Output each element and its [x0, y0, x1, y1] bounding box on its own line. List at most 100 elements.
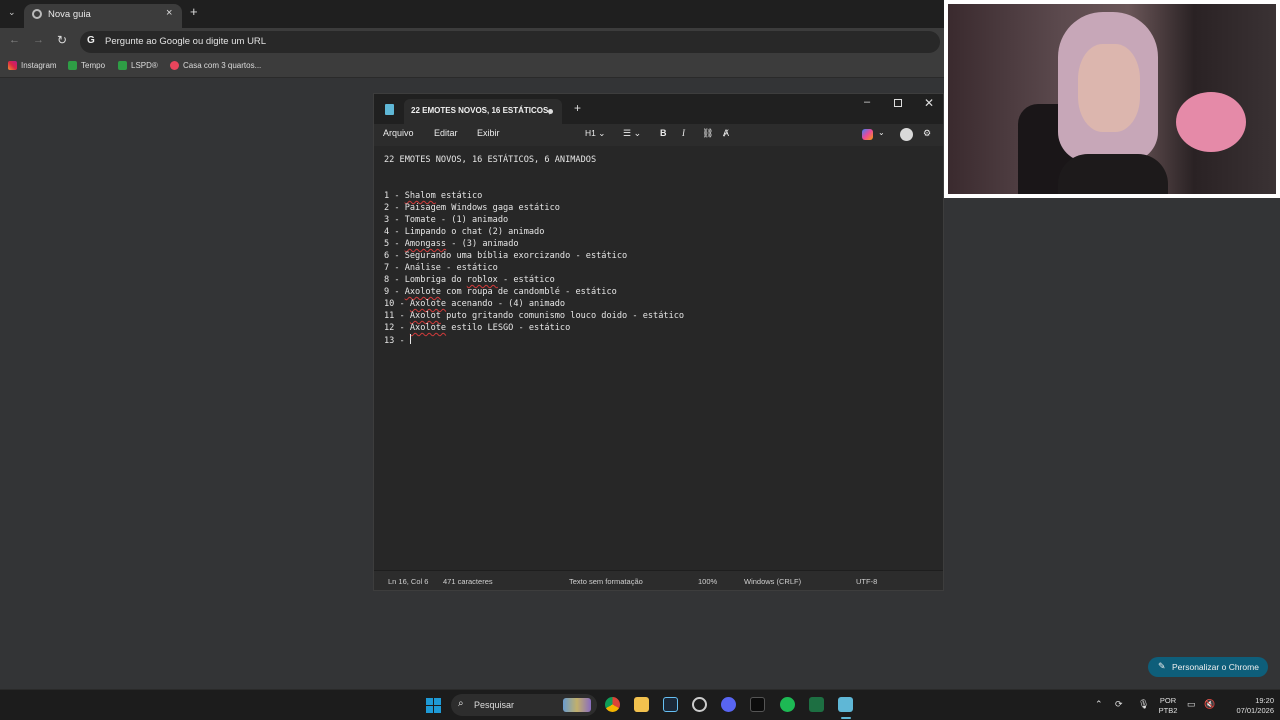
excel-icon[interactable]: [809, 697, 824, 712]
status-chars: 471 caracteres: [443, 577, 493, 586]
notepad-editor[interactable]: 22 EMOTES NOVOS, 16 ESTÁTICOS, 6 ANIMADO…: [374, 146, 943, 570]
bookmark-label: Casa com 3 quartos...: [183, 61, 262, 70]
menu-editar[interactable]: Editar: [434, 128, 458, 138]
taskbar-search[interactable]: ⌕ Pesquisar: [451, 694, 597, 716]
search-icon: ⌕: [458, 698, 464, 709]
status-position[interactable]: Ln 16, Col 6: [388, 577, 428, 586]
webcam-person-face: [1078, 44, 1140, 132]
back-icon[interactable]: ←: [9, 34, 20, 46]
bookmark-tempo[interactable]: Tempo: [68, 61, 105, 70]
notepad-tab-title: 22 EMOTES NOVOS, 16 ESTÁTICOS,: [411, 106, 551, 115]
steam-icon[interactable]: [663, 697, 678, 712]
omnibox[interactable]: G Pergunte ao Google ou digite um URL: [80, 31, 940, 53]
tray-sync-icon[interactable]: ⟳: [1115, 699, 1123, 709]
bookmark-instagram[interactable]: Instagram: [8, 61, 57, 70]
status-zoom[interactable]: 100%: [698, 577, 717, 586]
settings-gear-icon[interactable]: ⚙: [923, 128, 931, 139]
notepad-tab[interactable]: 22 EMOTES NOVOS, 16 ESTÁTICOS,: [404, 99, 562, 124]
document-line: 9 - Axolote com roupa de candomblé - est…: [384, 286, 684, 298]
minimize-icon[interactable]: –: [864, 96, 870, 108]
personalize-chrome-button[interactable]: ✎ Personalizar o Chrome: [1148, 657, 1268, 677]
tab-search-icon[interactable]: ⌄: [8, 7, 16, 18]
line-text: 6 -: [384, 251, 405, 261]
language-indicator[interactable]: POR PTB2: [1156, 696, 1180, 716]
instagram-icon: [8, 61, 17, 70]
copilot-chevron-icon[interactable]: ⌄: [878, 128, 885, 137]
line-text: 2 -: [384, 203, 405, 213]
windows-start-icon[interactable]: [426, 698, 441, 713]
chrome-taskbar-icon[interactable]: [605, 697, 620, 712]
app-ring-icon[interactable]: [692, 697, 707, 712]
discord-icon[interactable]: [721, 697, 736, 712]
language-code: POR: [1159, 696, 1177, 705]
clear-format-icon[interactable]: Ⱥ: [723, 128, 729, 138]
line-text: acenando - (4) animado: [446, 299, 566, 309]
webcam-overlay: [944, 0, 1280, 198]
line-text: puto gritando comunismo louco doido - es…: [440, 311, 685, 321]
tab-close-icon[interactable]: ×: [166, 7, 172, 19]
keyboard-layout: PTB2: [1158, 706, 1178, 715]
tray-display-icon[interactable]: ▭: [1187, 699, 1196, 709]
line-text: estático: [435, 191, 483, 201]
clock-date: 07/01/2026: [1236, 706, 1274, 715]
document-line: 1 - Shalom estático: [384, 190, 684, 202]
file-explorer-icon[interactable]: [634, 697, 649, 712]
notepad-taskbar-icon[interactable]: [838, 697, 853, 712]
unsaved-dot-icon[interactable]: [548, 109, 553, 114]
taskbar-search-label: Pesquisar: [474, 700, 515, 710]
misspelled-word: Axolote: [409, 299, 447, 309]
document-line: 6 - Segurando uma bíblia exorcizando - e…: [384, 250, 684, 262]
notepad-app-icon: [385, 104, 394, 115]
spotify-icon[interactable]: [780, 697, 795, 712]
document-line: 2 - Paisagem Windows gaga estático: [384, 202, 684, 214]
account-icon[interactable]: [900, 128, 913, 141]
maximize-icon[interactable]: [894, 99, 902, 107]
copilot-icon[interactable]: [862, 129, 873, 140]
status-line-endings[interactable]: Windows (CRLF): [744, 577, 801, 586]
link-icon[interactable]: ⛓: [702, 128, 713, 139]
menu-arquivo[interactable]: Arquivo: [383, 128, 414, 138]
tab-title: Nova guia: [48, 9, 91, 20]
list-dropdown-icon[interactable]: ☰ ⌄: [623, 128, 641, 139]
line-text: estilo LESGO - estático: [446, 323, 571, 333]
line-text: - estático: [497, 275, 555, 285]
misspelled-word: Axolote: [409, 323, 447, 333]
tab-nova-guia[interactable]: Nova guia ×: [24, 4, 182, 28]
status-format[interactable]: Texto sem formatação: [569, 577, 643, 586]
omnibox-placeholder: Pergunte ao Google ou digite um URL: [105, 36, 267, 47]
terminal-icon[interactable]: [750, 697, 765, 712]
tray-volume-muted-icon[interactable]: 🔇: [1204, 699, 1215, 709]
line-text: 11 -: [384, 311, 410, 321]
windows-taskbar: ⌕ Pesquisar ⌃ ⟳ 🎙 POR PTB2 ▭ 🔇 19:20 07/…: [0, 689, 1280, 720]
heading-format: H1: [585, 128, 596, 138]
heading-dropdown[interactable]: H1 ⌄: [585, 128, 605, 139]
clock[interactable]: 19:20 07/01/2026: [1224, 696, 1274, 716]
bookmark-lspd[interactable]: LSPD®: [118, 61, 158, 70]
bookmark-casa[interactable]: Casa com 3 quartos...: [170, 61, 261, 70]
chrome-favicon-icon: [32, 9, 42, 19]
notepad-new-tab-icon[interactable]: +: [574, 102, 581, 114]
tray-chevron-icon[interactable]: ⌃: [1095, 699, 1103, 709]
tray-mic-icon[interactable]: 🎙: [1138, 699, 1149, 709]
line-text: 5 -: [384, 239, 405, 249]
line-text: - (3) animado: [446, 239, 519, 249]
misspelled-word: Axolot: [409, 311, 441, 321]
document-line: 5 - Amongass - (3) animado: [384, 238, 684, 250]
search-highlight-icon: [563, 698, 591, 712]
line-text: 9 -: [384, 287, 405, 297]
reload-icon[interactable]: ↻: [57, 33, 67, 47]
new-tab-icon[interactable]: +: [190, 5, 198, 19]
menu-exibir[interactable]: Exibir: [477, 128, 500, 138]
forward-icon[interactable]: →: [33, 34, 44, 46]
line-text: Lombriga do: [404, 275, 467, 285]
document-line: 10 - Axolote acenando - (4) animado: [384, 298, 684, 310]
personalize-label: Personalizar o Chrome: [1172, 662, 1259, 672]
bookmark-label: Tempo: [81, 61, 106, 70]
status-encoding[interactable]: UTF-8: [856, 577, 877, 586]
close-icon[interactable]: ✕: [924, 96, 934, 110]
webcam-person-body: [1058, 154, 1168, 194]
bold-icon[interactable]: B: [660, 128, 667, 138]
clock-time: 19:20: [1255, 696, 1274, 705]
notepad-titlebar: 22 EMOTES NOVOS, 16 ESTÁTICOS, + – ✕: [374, 94, 943, 124]
italic-icon[interactable]: I: [682, 128, 685, 138]
